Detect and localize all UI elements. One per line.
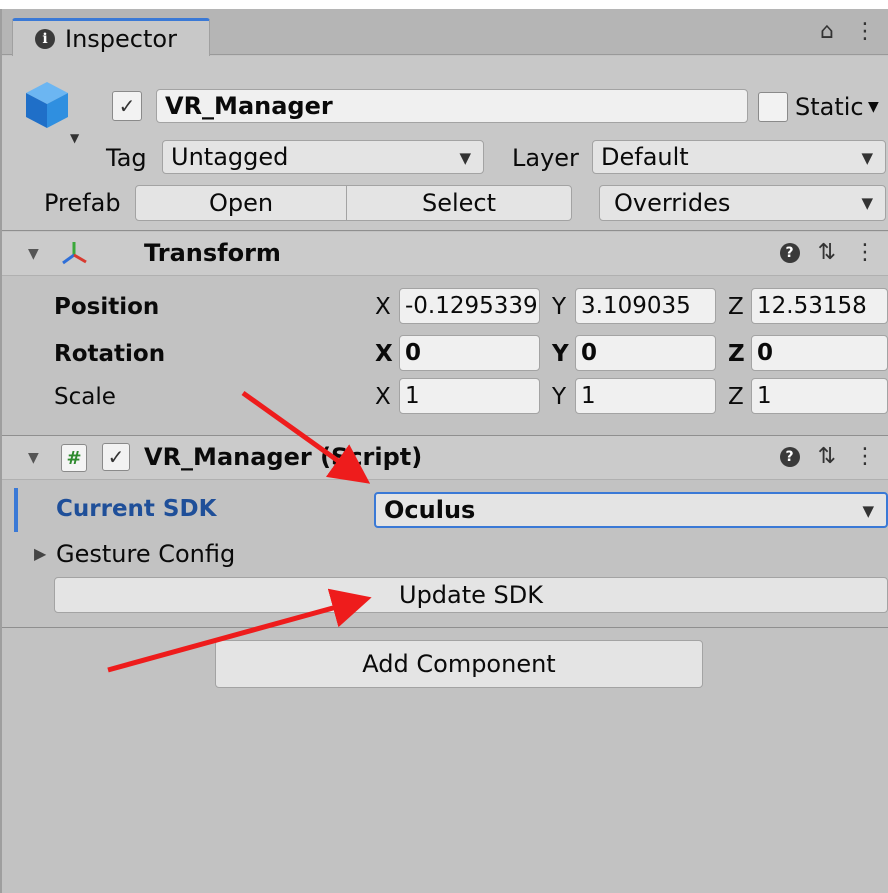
gameobject-cube-icon[interactable] (24, 80, 70, 130)
overrides-dropdown[interactable]: Overrides ▼ (599, 185, 886, 221)
tag-value: Untagged (171, 143, 289, 171)
lock-icon[interactable]: ⌂ (820, 19, 834, 44)
chevron-down-icon: ▼ (861, 149, 873, 167)
position-z-input[interactable]: 12.53158 (751, 288, 888, 324)
object-name-input[interactable]: VR_Manager (156, 89, 748, 123)
menu-icon[interactable]: ⋮ (854, 19, 876, 44)
fold-triangle-icon[interactable]: ▼ (28, 450, 39, 466)
chevron-down-icon: ▼ (861, 194, 873, 212)
tab-inspector-label: Inspector (65, 24, 177, 53)
chevron-down-icon: ▼ (862, 502, 874, 520)
checkmark-icon: ✓ (107, 445, 125, 469)
checkmark-icon: ✓ (118, 94, 136, 118)
scale-x-label[interactable]: X (375, 384, 391, 410)
transform-header[interactable]: ▼ Transform ? ⇅ ⋮ (2, 232, 888, 276)
overrides-label: Overrides (614, 189, 731, 217)
gameobject-header: ▼ ✓ VR_Manager Static ▼ Tag Untagged ▼ L… (2, 56, 888, 231)
layer-value: Default (601, 143, 689, 171)
scale-label: Scale (54, 384, 116, 410)
current-sdk-label: Current SDK (56, 496, 217, 522)
layer-dropdown[interactable]: Default ▼ (592, 140, 886, 174)
current-sdk-value: Oculus (384, 496, 476, 524)
scale-y-input[interactable]: 1 (575, 378, 716, 414)
script-tools: ? ⇅ ⋮ (779, 444, 876, 469)
current-sdk-dropdown[interactable]: Oculus ▼ (374, 492, 888, 528)
chevron-down-icon: ▼ (459, 149, 471, 167)
scale-x-input[interactable]: 1 (399, 378, 540, 414)
transform-tools: ? ⇅ ⋮ (779, 240, 876, 265)
active-checkbox[interactable]: ✓ (112, 91, 142, 121)
scale-z-input[interactable]: 1 (751, 378, 888, 414)
script-hash-icon: # (61, 444, 87, 472)
script-title: VR_Manager (Script) (144, 443, 423, 471)
prefab-select-button[interactable]: Select (346, 185, 572, 221)
script-enabled-checkbox[interactable]: ✓ (102, 443, 130, 471)
rotation-z-label[interactable]: Z (728, 341, 745, 367)
position-y-label[interactable]: Y (552, 294, 566, 320)
position-label: Position (54, 294, 160, 320)
preset-sliders-icon[interactable]: ⇅ (818, 240, 836, 265)
position-x-input[interactable]: -0.1295339 (399, 288, 540, 324)
rotation-y-input[interactable]: 0 (575, 335, 716, 371)
static-checkbox[interactable] (758, 92, 788, 122)
context-menu-icon[interactable]: ⋮ (854, 444, 876, 469)
transform-axis-icon (62, 242, 87, 265)
expand-triangle-icon[interactable]: ▶ (34, 544, 46, 563)
update-sdk-button[interactable]: Update SDK (54, 577, 888, 613)
position-y-input[interactable]: 3.109035 (575, 288, 716, 324)
static-dropdown-icon[interactable]: ▼ (868, 99, 879, 115)
fold-triangle-icon[interactable]: ▼ (28, 246, 39, 262)
gesture-config-foldout[interactable]: Gesture Config (56, 540, 235, 568)
layer-label: Layer (512, 144, 579, 172)
rotation-label: Rotation (54, 341, 166, 367)
tab-bar: i Inspector ⌂ ⋮ (2, 9, 888, 56)
info-icon: i (35, 28, 55, 49)
tag-label: Tag (106, 144, 147, 172)
context-menu-icon[interactable]: ⋮ (854, 240, 876, 265)
position-x-label[interactable]: X (375, 294, 391, 320)
tab-inspector[interactable]: i Inspector (12, 18, 210, 56)
tab-tools: ⌂ ⋮ (820, 19, 876, 44)
script-body: Current SDK Oculus ▼ ▶ Gesture Config Up… (2, 480, 888, 628)
inspector-panel: i Inspector ⌂ ⋮ ▼ ✓ VR_Manager Static ▼ … (0, 9, 888, 893)
rotation-z-input[interactable]: 0 (751, 335, 888, 371)
tag-dropdown[interactable]: Untagged ▼ (162, 140, 484, 174)
icon-dropdown-icon[interactable]: ▼ (70, 131, 79, 145)
preset-sliders-icon[interactable]: ⇅ (818, 444, 836, 469)
scale-y-label[interactable]: Y (552, 384, 566, 410)
scale-z-label[interactable]: Z (728, 384, 744, 410)
help-icon[interactable]: ? (779, 446, 800, 467)
transform-title: Transform (144, 239, 281, 267)
add-component-button[interactable]: Add Component (215, 640, 703, 688)
static-label: Static (795, 93, 864, 121)
rotation-y-label[interactable]: Y (552, 341, 569, 367)
transform-body: Position X -0.1295339 Y 3.109035 Z 12.53… (2, 278, 888, 436)
rotation-x-label[interactable]: X (375, 341, 393, 367)
rotation-x-input[interactable]: 0 (399, 335, 540, 371)
prefab-label: Prefab (44, 189, 121, 217)
focus-indicator (14, 488, 18, 532)
prefab-open-button[interactable]: Open (135, 185, 347, 221)
help-icon[interactable]: ? (779, 242, 800, 263)
script-header[interactable]: ▼ # ✓ VR_Manager (Script) ? ⇅ ⋮ (2, 436, 888, 480)
position-z-label[interactable]: Z (728, 294, 744, 320)
